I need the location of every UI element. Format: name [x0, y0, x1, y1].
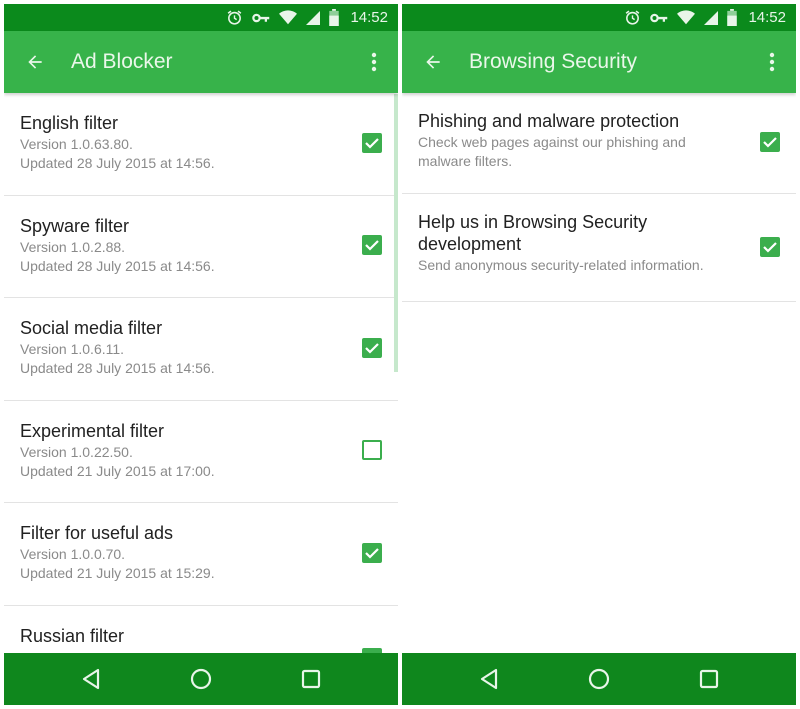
- more-vert-icon: [371, 52, 377, 72]
- filter-list: English filter Version 1.0.63.80. Update…: [4, 93, 398, 653]
- setting-title: Help us in Browsing Security development: [418, 212, 648, 254]
- browsing-security-screen: 14:52 Browsing Security Phishing and mal…: [402, 4, 796, 705]
- filter-updated: Updated 21 July 2015 at 17:00.: [20, 462, 215, 479]
- setting-phishing-protection[interactable]: Phishing and malware protection Check we…: [402, 93, 796, 194]
- wifi-icon: [279, 9, 298, 27]
- filter-version: Version 1.0.22.50.: [20, 443, 133, 460]
- filter-checkbox[interactable]: [362, 235, 382, 256]
- filter-title: Russian filter: [20, 625, 125, 646]
- overflow-menu-button[interactable]: [354, 31, 394, 93]
- page-title: Ad Blocker: [71, 50, 173, 73]
- filter-updated: Updated 28 July 2015 at 14:56.: [20, 155, 215, 171]
- filter-item-russian[interactable]: Russian filter: [4, 606, 398, 653]
- battery-icon: [329, 9, 340, 27]
- back-triangle-icon: [82, 668, 100, 690]
- filter-updated: Updated 28 July 2015 at 14:56.: [20, 360, 215, 376]
- alarm-icon: [624, 9, 641, 27]
- more-vert-icon: [769, 52, 775, 72]
- filter-title: Social media filter: [20, 318, 163, 338]
- filter-version: Version 1.0.6.11.: [20, 341, 125, 357]
- check-icon: [365, 547, 379, 559]
- filter-title: Spyware filter: [20, 215, 130, 236]
- navigation-bar: [4, 653, 398, 705]
- signal-icon: [704, 9, 719, 27]
- check-icon: [763, 241, 777, 253]
- filter-item-useful-ads[interactable]: Filter for useful ads Version 1.0.0.70. …: [4, 503, 398, 606]
- filter-item-social-media[interactable]: Social media filter Version 1.0.6.11. Up…: [4, 298, 398, 401]
- filter-checkbox[interactable]: [362, 132, 382, 153]
- filter-checkbox[interactable]: [362, 440, 382, 461]
- check-icon: [365, 240, 379, 251]
- setting-title: Phishing and malware protection: [418, 111, 680, 131]
- back-button[interactable]: [5, 31, 65, 93]
- filter-updated: Updated 21 July 2015 at 15:29.: [20, 565, 215, 581]
- back-button[interactable]: [403, 31, 463, 93]
- arrow-back-icon: [28, 55, 42, 69]
- filter-version: Version 1.0.63.80.: [20, 136, 133, 152]
- wifi-icon: [677, 9, 696, 27]
- ad-blocker-screen: 14:52 Ad Blocker English filter Version …: [4, 4, 398, 705]
- check-icon: [763, 137, 777, 148]
- nav-back-button[interactable]: [36, 653, 146, 705]
- filter-item-experimental[interactable]: Experimental filter Version 1.0.22.50. U…: [4, 401, 398, 503]
- filter-title: Experimental filter: [20, 420, 165, 441]
- home-circle-icon: [190, 668, 212, 690]
- vpn-key-icon: [650, 9, 668, 27]
- alarm-icon: [226, 9, 243, 27]
- filter-checkbox[interactable]: [362, 542, 382, 563]
- filter-updated: Updated 28 July 2015 at 14:56.: [20, 257, 215, 274]
- filter-version: Version 1.0.2.88.: [20, 238, 126, 255]
- vpn-key-icon: [252, 9, 270, 27]
- clock-time: 14:52: [748, 9, 786, 26]
- check-icon: [365, 342, 379, 354]
- page-title: Browsing Security: [469, 50, 638, 73]
- app-bar: Browsing Security: [402, 31, 796, 93]
- status-bar: 14:52: [402, 4, 796, 31]
- overflow-menu-button[interactable]: [752, 31, 792, 93]
- filter-item-english[interactable]: English filter Version 1.0.63.80. Update…: [4, 93, 398, 196]
- navigation-bar: [402, 653, 796, 705]
- check-icon: [365, 137, 379, 149]
- scrollbar[interactable]: [394, 94, 398, 372]
- recents-square-icon: [301, 669, 321, 689]
- setting-summary: Send anonymous security-related informat…: [418, 257, 704, 273]
- nav-recents-button[interactable]: [256, 653, 366, 705]
- nav-home-button[interactable]: [544, 653, 654, 705]
- nav-recents-button[interactable]: [654, 653, 764, 705]
- setting-checkbox[interactable]: [760, 132, 780, 152]
- filter-title: English filter: [20, 113, 119, 133]
- settings-list: Phishing and malware protection Check we…: [402, 93, 796, 653]
- back-triangle-icon: [480, 668, 498, 690]
- setting-help-development[interactable]: Help us in Browsing Security development…: [402, 194, 796, 302]
- filter-item-spyware[interactable]: Spyware filter Version 1.0.2.88. Updated…: [4, 196, 398, 298]
- arrow-back-icon: [426, 55, 440, 69]
- filter-checkbox[interactable]: [362, 337, 382, 358]
- battery-icon: [727, 9, 738, 27]
- signal-icon: [306, 9, 321, 27]
- status-bar: 14:52: [4, 4, 398, 31]
- home-circle-icon: [588, 668, 610, 690]
- filter-title: Filter for useful ads: [20, 523, 174, 543]
- nav-home-button[interactable]: [146, 653, 256, 705]
- clock-time: 14:52: [350, 9, 388, 26]
- recents-square-icon: [699, 669, 719, 689]
- app-bar: Ad Blocker: [4, 31, 398, 93]
- setting-checkbox[interactable]: [760, 236, 780, 257]
- nav-back-button[interactable]: [434, 653, 544, 705]
- setting-summary: Check web pages against our phishing and…: [418, 134, 686, 169]
- filter-version: Version 1.0.0.70.: [20, 546, 126, 562]
